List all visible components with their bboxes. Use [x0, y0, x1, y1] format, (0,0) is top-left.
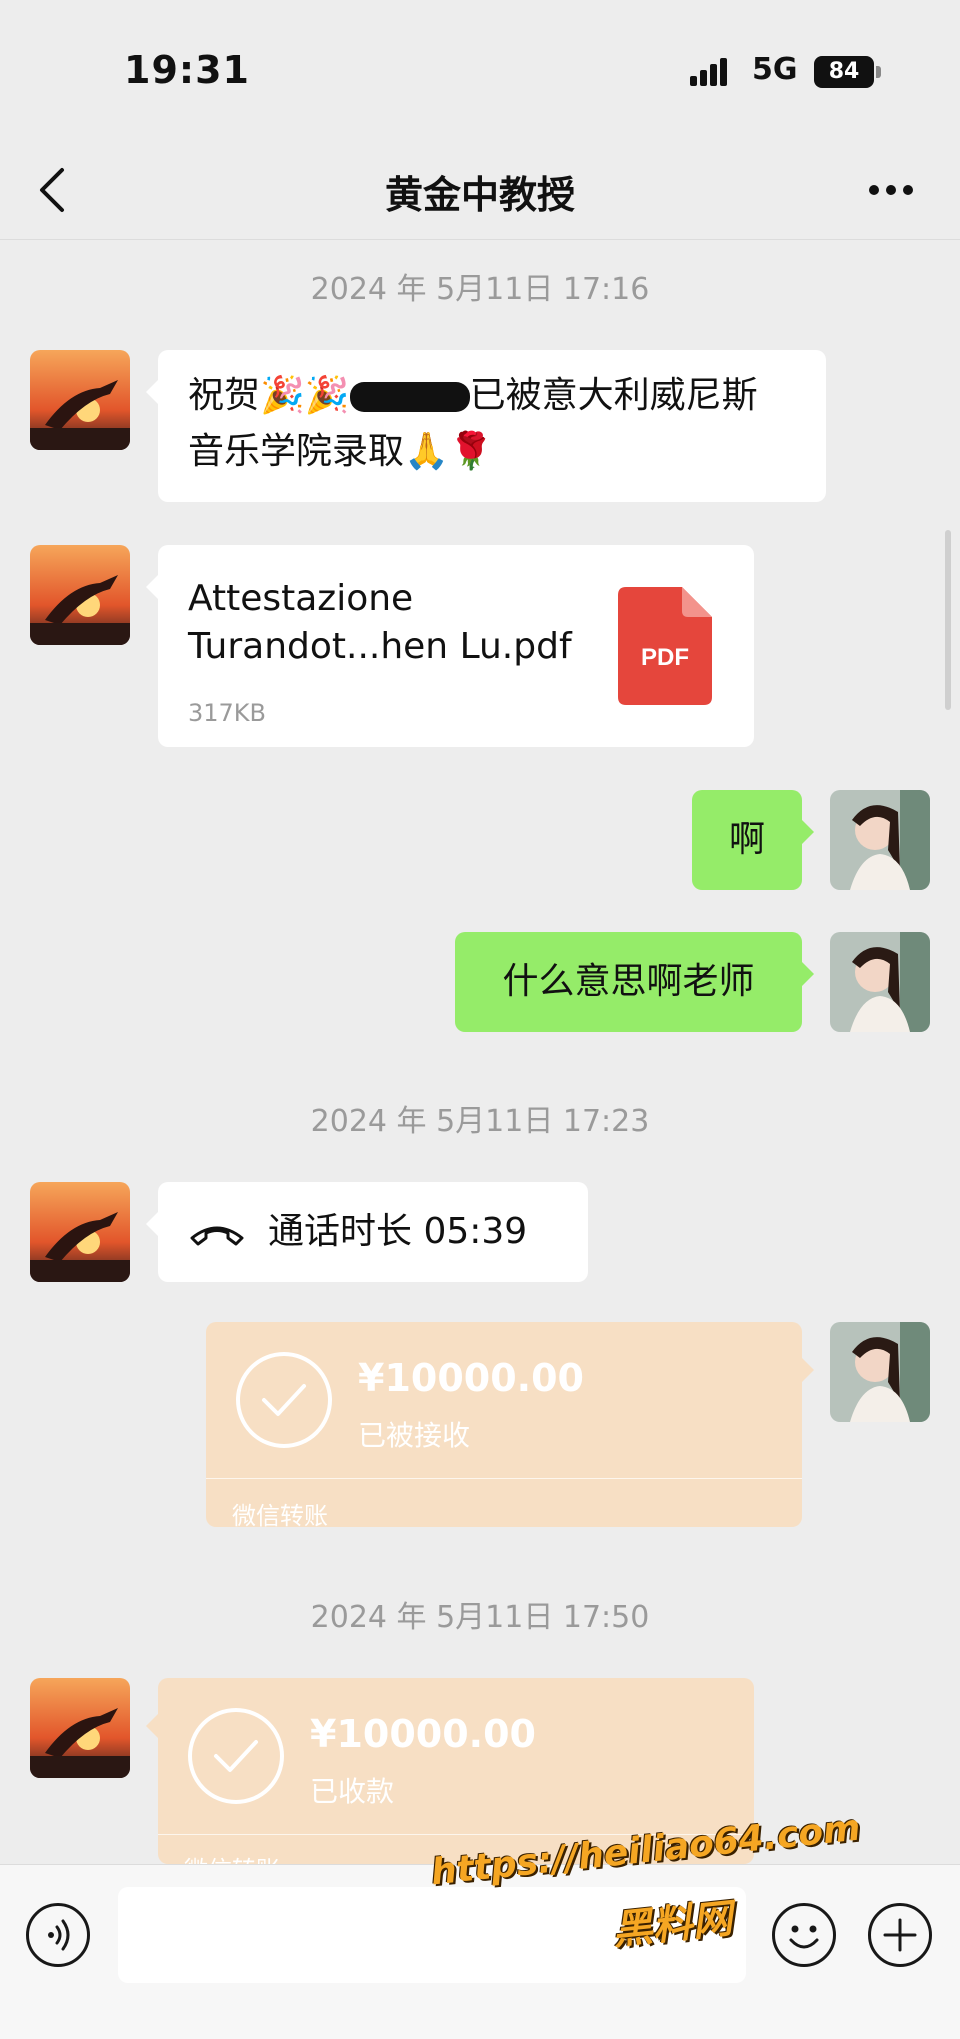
pdf-file-icon: PDF: [618, 587, 712, 705]
transfer-amount: ¥10000.00: [310, 1712, 536, 1756]
chat-header: 黄金中教授: [0, 140, 960, 240]
timestamp: 2024 年 5月11日 17:23: [310, 1104, 650, 1139]
message-text: 啊: [728, 819, 765, 860]
scrollbar[interactable]: [945, 530, 951, 710]
redacted-name: [349, 382, 470, 412]
transfer-divider: [206, 1478, 802, 1479]
transfer-label: 微信转账: [184, 1842, 280, 1864]
plus-icon[interactable]: [868, 1903, 932, 1967]
battery-indicator: 84: [814, 56, 874, 88]
message-text: 音乐学院录取🙏🌹: [188, 431, 494, 472]
transfer-amount: ¥10000.00: [358, 1356, 584, 1400]
avatar[interactable]: [30, 350, 130, 450]
status-bar: 19:31 5G 84: [0, 0, 960, 140]
timestamp: 2024 年 5月11日 17:16: [310, 272, 650, 307]
network-label: 5G: [752, 52, 798, 87]
battery-tip: [876, 66, 881, 78]
signal-icon: [690, 58, 727, 86]
avatar[interactable]: [30, 1182, 130, 1282]
message-text: 什么意思啊老师: [502, 961, 755, 1002]
voice-icon[interactable]: [26, 1903, 90, 1967]
emoji-icon[interactable]: [772, 1903, 836, 1967]
check-circle-icon: [236, 1352, 332, 1448]
avatar[interactable]: [30, 1678, 130, 1778]
message-bubble[interactable]: 祝贺🎉🎉 已被意大利威尼斯 音乐学院录取🙏🌹: [146, 350, 826, 502]
avatar[interactable]: [830, 932, 930, 1032]
avatar[interactable]: [830, 1322, 930, 1422]
sent-message[interactable]: 啊: [692, 790, 814, 890]
phone-call-icon: [190, 1226, 244, 1246]
call-duration: 通话时长 05:39: [268, 1211, 528, 1252]
file-size: 317KB: [188, 699, 267, 727]
transfer-status: 已被接收: [358, 1419, 471, 1452]
chat-title: 黄金中教授: [384, 173, 575, 217]
file-name: Attestazione Turandot...hen Lu.pdf: [188, 578, 572, 667]
status-time: 19:31: [124, 48, 250, 92]
call-record[interactable]: 通话时长 05:39: [146, 1182, 588, 1282]
avatar[interactable]: [830, 790, 930, 890]
avatar[interactable]: [30, 545, 130, 645]
transfer-status: 已收款: [310, 1775, 395, 1808]
message-text: 祝贺🎉🎉 已被意大利威尼斯: [188, 375, 758, 416]
pdf-icon-label: PDF: [641, 644, 689, 671]
input-bar: [0, 1864, 960, 2039]
sent-message[interactable]: 什么意思啊老师: [455, 932, 814, 1032]
timestamp: 2024 年 5月11日 17:50: [310, 1600, 650, 1635]
more-icon[interactable]: [866, 180, 916, 200]
transfer-label: 微信转账: [232, 1502, 328, 1530]
file-message[interactable]: Attestazione Turandot...hen Lu.pdf 317KB…: [146, 545, 754, 747]
check-circle-icon: [188, 1708, 284, 1804]
transfer-message[interactable]: ¥10000.00 已被接收 微信转账: [206, 1322, 814, 1530]
